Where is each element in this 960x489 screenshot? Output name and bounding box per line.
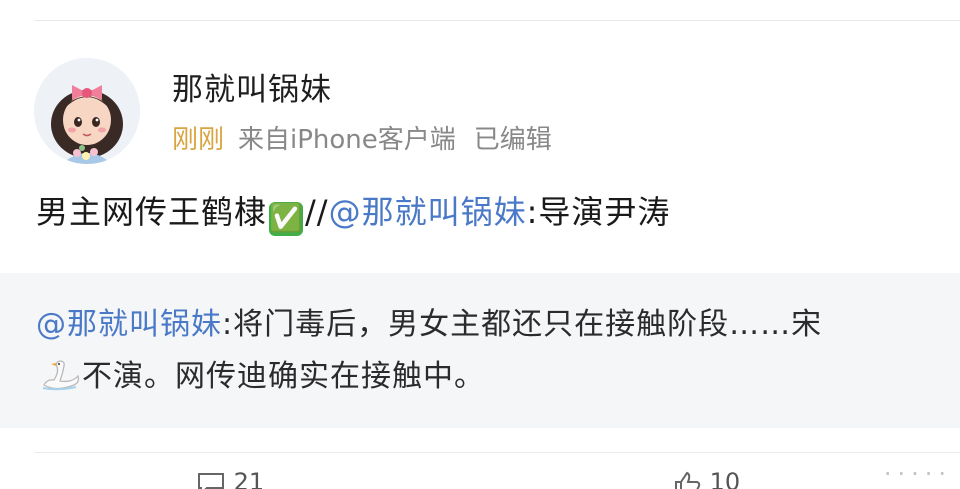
author-name[interactable]: 那就叫锅妹 — [172, 70, 332, 110]
reposted-text: @那就叫锅妹:将门毒后，男女主都还只在接触阶段……宋 不演。网传迪确实在接触中。 — [36, 299, 866, 403]
footer-divider — [34, 452, 960, 453]
post-source: 来自iPhone客户端 — [238, 125, 456, 155]
like-count: 10 — [709, 468, 741, 489]
comment-count: 21 — [233, 468, 265, 489]
edited-label[interactable]: 已编辑 — [474, 125, 552, 155]
like-button[interactable]: 10 — [672, 470, 740, 489]
post-time: 刚刚 — [172, 125, 225, 155]
post-text-tail: :导演尹涛 — [526, 193, 671, 231]
reposted-content-box[interactable]: @那就叫锅妹:将门毒后，男女主都还只在接触阶段……宋 不演。网传迪确实在接触中。 — [0, 273, 960, 428]
like-icon — [675, 471, 701, 489]
mention-link[interactable]: @那就叫锅妹 — [329, 193, 527, 231]
comment-button[interactable]: 21 — [196, 470, 264, 489]
top-divider — [34, 20, 960, 21]
avatar-girl-image — [34, 58, 140, 164]
watermark: ····· — [883, 460, 952, 488]
post-meta: 刚刚 来自iPhone客户端 已编辑 — [172, 124, 552, 156]
comment-icon — [198, 473, 224, 489]
post-content: 男主网传王鹤棣✅//@那就叫锅妹:导演尹涛 — [36, 190, 670, 236]
repost-mention-link[interactable]: @那就叫锅妹 — [36, 307, 222, 342]
avatar[interactable] — [34, 58, 140, 164]
repost-separator: // — [305, 193, 329, 231]
post-text-part: 男主网传王鹤棣 — [36, 193, 268, 231]
repost-text-before: :将门毒后，男女主都还只在接触阶段……宋 — [222, 307, 823, 342]
weibo-post-card: 那就叫锅妹 刚刚 来自iPhone客户端 已编辑 男主网传王鹤棣✅//@那就叫锅妹:… — [0, 0, 960, 489]
swan-icon — [36, 358, 82, 392]
check-mark-icon: ✅ — [269, 202, 304, 236]
repost-text-after: 不演。网传迪确实在接触中。 — [82, 359, 485, 394]
